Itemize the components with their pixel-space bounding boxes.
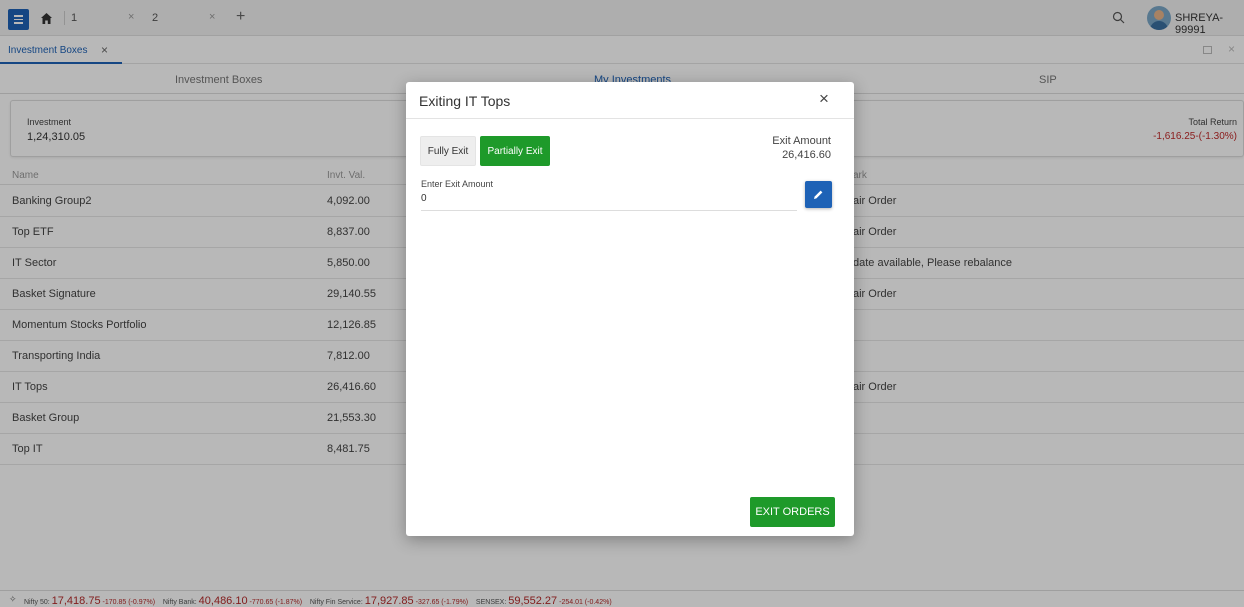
close-dialog-icon[interactable]: × <box>819 90 829 107</box>
partially-exit-button[interactable]: Partially Exit <box>480 136 550 166</box>
exit-amount-label: Exit Amount <box>772 135 831 147</box>
exit-dialog: Exiting IT Tops × Fully Exit Partially E… <box>406 82 854 536</box>
edit-button[interactable] <box>805 181 832 208</box>
exit-amount-input[interactable]: 0 <box>421 193 797 211</box>
fully-exit-button[interactable]: Fully Exit <box>420 136 476 166</box>
pencil-icon <box>814 190 823 199</box>
exit-amount-value: 26,416.60 <box>782 149 831 161</box>
dialog-header: Exiting IT Tops × <box>406 82 854 119</box>
exit-orders-button[interactable]: EXIT ORDERS <box>750 497 835 527</box>
exit-amount-input-label: Enter Exit Amount <box>421 179 494 189</box>
dialog-title: Exiting IT Tops <box>419 93 511 109</box>
